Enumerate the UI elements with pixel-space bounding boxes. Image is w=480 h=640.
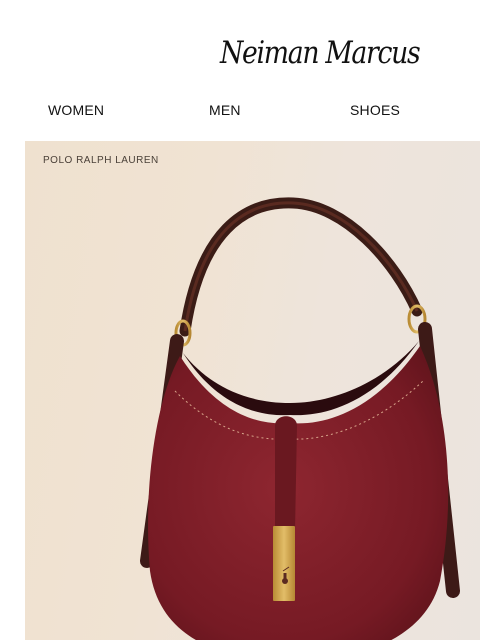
brand-label: POLO RALPH LAUREN [43, 155, 159, 166]
neiman-marcus-logo[interactable]: Neiman Marcus [220, 22, 421, 84]
hero-banner[interactable]: POLO RALPH LAUREN [25, 141, 480, 640]
header: Neiman Marcus [0, 0, 480, 100]
nav-item-men[interactable]: MEN [209, 102, 241, 118]
nav-item-shoes[interactable]: SHOES [350, 102, 400, 118]
nav-item-women[interactable]: WOMEN [48, 102, 104, 118]
suede-hobo-bag-image [140, 197, 460, 640]
main-nav: WOMEN MEN SHOES [0, 102, 480, 124]
